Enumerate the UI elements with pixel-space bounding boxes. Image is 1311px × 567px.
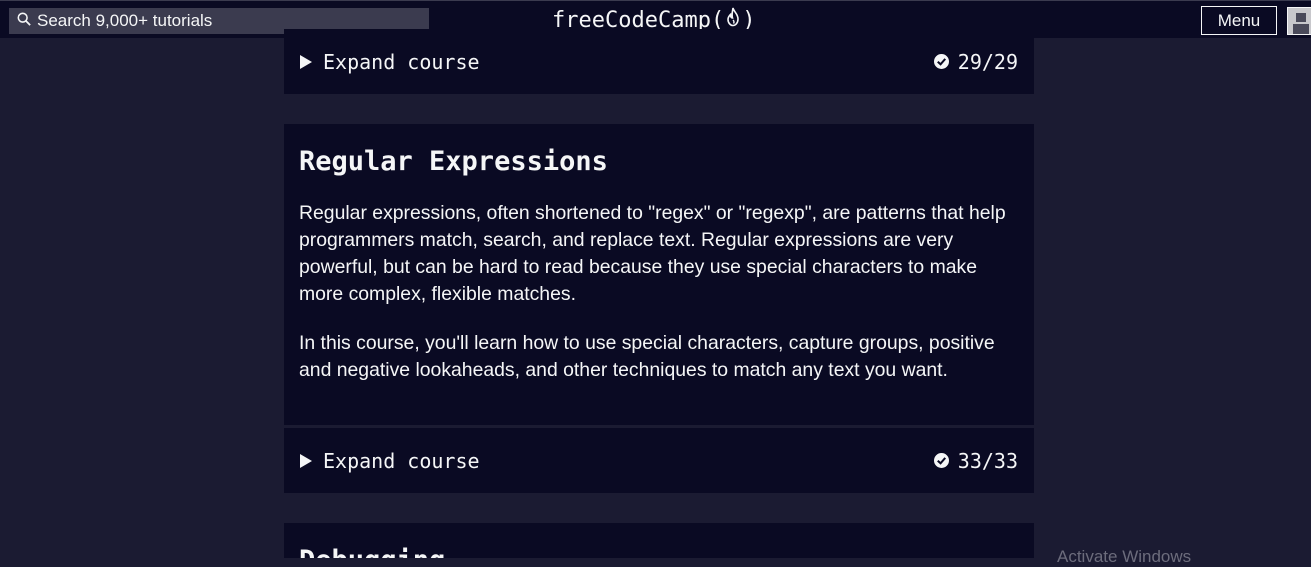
course-title: Regular Expressions — [299, 146, 608, 177]
course-title: Debugging — [299, 545, 445, 558]
check-circle-icon — [933, 54, 949, 69]
progress-count: 33/33 — [957, 448, 1018, 473]
caret-right-icon — [300, 453, 312, 468]
menu-button[interactable]: Menu — [1201, 6, 1277, 35]
search-input[interactable] — [37, 11, 417, 31]
user-avatar-icon — [1288, 8, 1311, 34]
caret-right-icon — [300, 54, 312, 69]
expand-course-button[interactable]: Expand course — [299, 29, 480, 94]
course-expand-row: Expand course 33/33 — [284, 428, 1034, 493]
avatar[interactable] — [1287, 7, 1311, 35]
activate-windows-watermark: Activate Windows — [1057, 547, 1192, 566]
search-icon — [17, 12, 31, 31]
course-progress: 29/29 — [933, 29, 1018, 94]
course-card-regular-expressions: Regular Expressions Regular expressions,… — [284, 124, 1034, 425]
course-progress: 33/33 — [933, 428, 1018, 493]
progress-count: 29/29 — [957, 49, 1018, 74]
expand-course-label: Expand course — [323, 448, 480, 473]
expand-course-label: Expand course — [323, 49, 480, 74]
course-description-paragraph: In this course, you'll learn how to use … — [299, 332, 995, 381]
course-description-paragraph: Regular expressions, often shortened to … — [299, 202, 1006, 305]
check-circle-icon — [933, 453, 949, 468]
course-card-debugging: Debugging — [284, 523, 1034, 558]
course-expand-row: Expand course 29/29 — [284, 29, 1034, 94]
expand-course-button[interactable]: Expand course — [299, 428, 480, 493]
